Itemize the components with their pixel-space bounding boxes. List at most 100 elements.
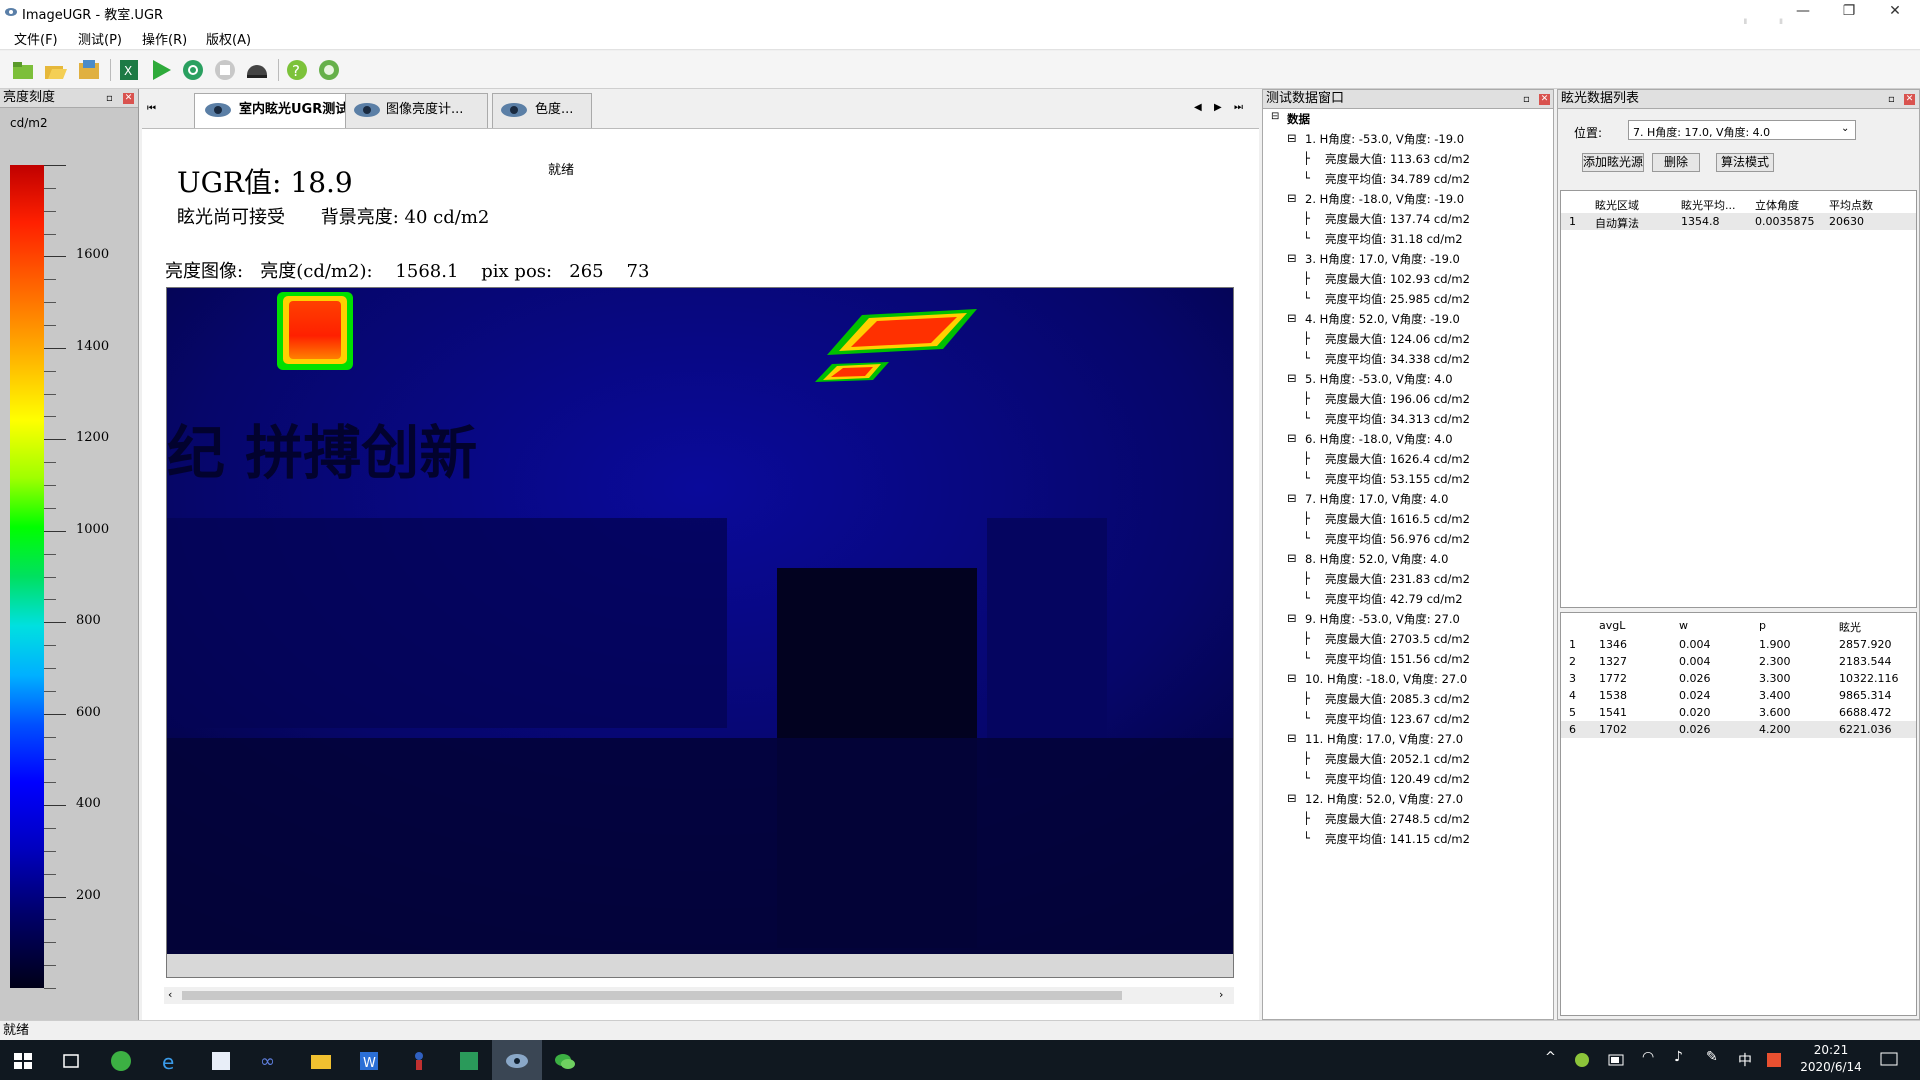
tree-item-max[interactable]: 亮度最大值: 102.93 cd/m2 (1325, 271, 1470, 287)
tree-item-max[interactable]: 亮度最大值: 124.06 cd/m2 (1325, 331, 1470, 347)
column-header[interactable]: avgL (1599, 619, 1625, 632)
tree-item-max[interactable]: 亮度最大值: 2748.5 cd/m2 (1325, 811, 1470, 827)
tab-last-arrow[interactable]: ⏭ (1234, 102, 1243, 113)
ime-app-icon[interactable] (1766, 1052, 1782, 1068)
tree-collapse-icon[interactable]: ⊟ (1287, 371, 1297, 385)
panel-close-icon[interactable]: ✕ (1904, 94, 1915, 105)
tree-item-head[interactable]: 5. H角度: -53.0, V角度: 4.0 (1305, 371, 1453, 387)
tree-collapse-icon[interactable]: ⊟ (1287, 671, 1297, 685)
column-header[interactable]: 眩光平均... (1681, 197, 1736, 213)
tab-next-arrow[interactable]: ▶ (1214, 102, 1222, 113)
table-row[interactable]: 2 1327 0.004 2.300 2183.544 (1561, 653, 1916, 670)
word-icon[interactable]: W (356, 1048, 382, 1074)
tree-item-avg[interactable]: 亮度平均值: 56.976 cd/m2 (1325, 531, 1470, 547)
battery-icon[interactable] (1608, 1054, 1626, 1066)
column-header[interactable]: 立体角度 (1755, 197, 1799, 213)
dome-icon[interactable] (244, 57, 270, 83)
settings-gear-icon[interactable] (180, 57, 206, 83)
imageugr-taskbar-icon[interactable] (504, 1048, 530, 1074)
delete-button[interactable]: 删除 (1652, 153, 1700, 172)
menu-file[interactable]: 文件(F) (14, 29, 58, 48)
menu-test[interactable]: 测试(P) (78, 29, 122, 48)
infinity-app-icon[interactable]: ∞ (258, 1048, 284, 1074)
tree-item-max[interactable]: 亮度最大值: 231.83 cd/m2 (1325, 571, 1470, 587)
wifi-icon[interactable]: ◠ (1642, 1049, 1654, 1065)
tree-collapse-icon[interactable]: ⊟ (1271, 111, 1279, 122)
ie-browser-icon[interactable]: e (158, 1048, 184, 1074)
help-icon[interactable]: ? (284, 57, 310, 83)
tree-item-avg[interactable]: 亮度平均值: 42.79 cd/m2 (1325, 591, 1463, 607)
column-header[interactable]: p (1759, 619, 1766, 632)
tree-item-head[interactable]: 7. H角度: 17.0, V角度: 4.0 (1305, 491, 1448, 507)
menu-copyright[interactable]: 版权(A) (206, 29, 251, 48)
task-view-icon[interactable] (58, 1048, 84, 1074)
tree-item-avg[interactable]: 亮度平均值: 34.789 cd/m2 (1325, 171, 1470, 187)
tree-item-max[interactable]: 亮度最大值: 2052.1 cd/m2 (1325, 751, 1470, 767)
false-color-luminance-image[interactable]: 纪 拼搏创新 (167, 288, 1233, 954)
volume-icon[interactable]: ♪ (1674, 1049, 1683, 1065)
column-header[interactable]: 眩光 (1839, 619, 1861, 635)
tab-ugr-test[interactable]: 室内眩光UGR测试 (194, 93, 366, 128)
image-app-icon[interactable] (456, 1048, 482, 1074)
pen-icon[interactable]: ✎ (1706, 1049, 1718, 1065)
tree-item-head[interactable]: 4. H角度: 52.0, V角度: -19.0 (1305, 311, 1460, 327)
column-header[interactable]: w (1679, 619, 1688, 632)
tree-item-max[interactable]: 亮度最大值: 1616.5 cd/m2 (1325, 511, 1470, 527)
tree-item-max[interactable]: 亮度最大值: 113.63 cd/m2 (1325, 151, 1470, 167)
tree-collapse-icon[interactable]: ⊟ (1287, 251, 1297, 265)
tree-item-head[interactable]: 8. H角度: 52.0, V角度: 4.0 (1305, 551, 1448, 567)
tab-chromaticity[interactable]: 色度... (492, 93, 592, 128)
pin-icon[interactable]: ▫ (1523, 95, 1533, 105)
tree-item-head[interactable]: 6. H角度: -18.0, V角度: 4.0 (1305, 431, 1453, 447)
browser-360-icon[interactable] (108, 1048, 134, 1074)
tab-first-arrow[interactable]: ⏮ (147, 103, 156, 114)
tree-collapse-icon[interactable]: ⊟ (1287, 611, 1297, 625)
stop-icon[interactable] (212, 57, 238, 83)
tree-item-head[interactable]: 9. H角度: -53.0, V角度: 27.0 (1305, 611, 1460, 627)
save-icon[interactable] (76, 57, 102, 83)
table-row[interactable]: 5 1541 0.020 3.600 6688.472 (1561, 704, 1916, 721)
algorithm-mode-button[interactable]: 算法模式 (1716, 153, 1774, 172)
tree-item-head[interactable]: 12. H角度: 52.0, V角度: 27.0 (1305, 791, 1463, 807)
add-glare-source-button[interactable]: 添加眩光源 (1582, 153, 1644, 172)
tab-image-luminance[interactable]: 图像亮度计... (345, 93, 488, 128)
tree-item-head[interactable]: 1. H角度: -53.0, V角度: -19.0 (1305, 131, 1464, 147)
tree-collapse-icon[interactable]: ⊟ (1287, 131, 1297, 145)
tree-item-avg[interactable]: 亮度平均值: 25.985 cd/m2 (1325, 291, 1470, 307)
scroll-left-arrow[interactable]: ‹ (168, 988, 172, 1001)
tree-item-avg[interactable]: 亮度平均值: 120.49 cd/m2 (1325, 771, 1470, 787)
tab-prev-arrow[interactable]: ◀ (1194, 102, 1202, 113)
tree-item-max[interactable]: 亮度最大值: 2703.5 cd/m2 (1325, 631, 1470, 647)
panel-close-icon[interactable]: ✕ (1539, 94, 1550, 105)
minimize-button[interactable]: — (1780, 0, 1826, 24)
tree-collapse-icon[interactable]: ⊟ (1287, 311, 1297, 325)
tray-status-icon[interactable] (1574, 1052, 1590, 1068)
tree-item-avg[interactable]: 亮度平均值: 53.155 cd/m2 (1325, 471, 1470, 487)
file-explorer-icon[interactable] (308, 1048, 334, 1074)
export-excel-icon[interactable]: X (116, 57, 142, 83)
notification-icon[interactable] (1880, 1052, 1898, 1068)
table-row[interactable]: 6 1702 0.026 4.200 6221.036 (1561, 721, 1916, 738)
scroll-right-arrow[interactable]: › (1219, 988, 1223, 1001)
play-icon[interactable] (148, 57, 174, 83)
pin-icon[interactable]: ▫ (106, 94, 116, 104)
panel-close-icon[interactable]: ✕ (123, 93, 134, 104)
tree-collapse-icon[interactable]: ⊟ (1287, 551, 1297, 565)
mail-app-icon[interactable] (208, 1048, 234, 1074)
column-header[interactable]: 平均点数 (1829, 197, 1873, 213)
ime-indicator[interactable]: 中 (1738, 1050, 1752, 1070)
tree-collapse-icon[interactable]: ⊟ (1287, 491, 1297, 505)
tree-item-avg[interactable]: 亮度平均值: 31.18 cd/m2 (1325, 231, 1463, 247)
restore-button[interactable]: ❐ (1826, 0, 1872, 24)
open-file-icon[interactable] (42, 57, 68, 83)
tree-item-max[interactable]: 亮度最大值: 2085.3 cd/m2 (1325, 691, 1470, 707)
figure-app-icon[interactable] (406, 1048, 432, 1074)
clock[interactable]: 20:21 2020/6/14 (1794, 1043, 1868, 1074)
tree-item-head[interactable]: 11. H角度: 17.0, V角度: 27.0 (1305, 731, 1463, 747)
tree-item-avg[interactable]: 亮度平均值: 34.313 cd/m2 (1325, 411, 1470, 427)
tree-item-max[interactable]: 亮度最大值: 1626.4 cd/m2 (1325, 451, 1470, 467)
table-row[interactable]: 3 1772 0.026 3.300 10322.116 (1561, 670, 1916, 687)
windows-start-icon[interactable] (10, 1048, 36, 1074)
tree-item-head[interactable]: 3. H角度: 17.0, V角度: -19.0 (1305, 251, 1460, 267)
tree-item-avg[interactable]: 亮度平均值: 141.15 cd/m2 (1325, 831, 1470, 847)
